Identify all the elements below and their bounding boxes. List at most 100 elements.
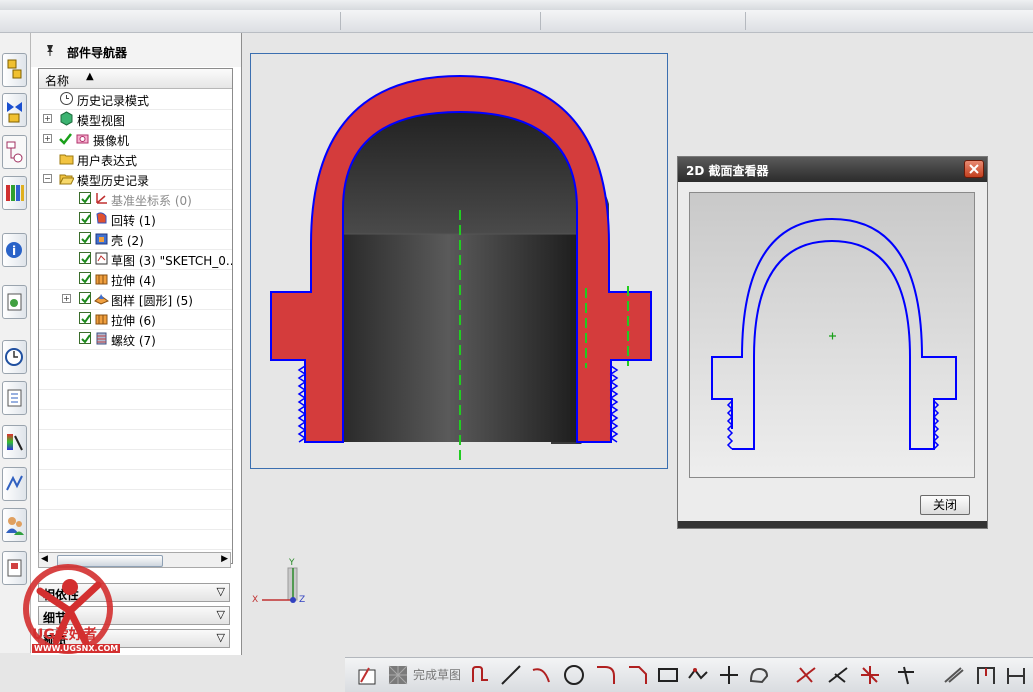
web-browser-icon[interactable]: i: [2, 233, 27, 267]
clock-icon: [59, 91, 74, 106]
clock-icon[interactable]: [2, 340, 27, 374]
tree-item-label: 摄像机: [93, 134, 130, 148]
tree-item-pattern[interactable]: + 图样 [圆形] (5): [39, 289, 232, 310]
alternate-solution-icon[interactable]: [1005, 664, 1027, 689]
tree-item-label: 拉伸 (4): [111, 274, 156, 288]
chamfer-icon[interactable]: [627, 664, 649, 689]
studio-spline-icon[interactable]: [748, 664, 770, 689]
constraint-navigator-icon[interactable]: [2, 93, 27, 127]
folder-icon: [59, 151, 74, 166]
auto-dimension-icon[interactable]: [975, 664, 997, 689]
revolve-icon: [94, 211, 109, 226]
thread-icon: [94, 331, 109, 346]
navigator-tree[interactable]: 名称 ▲ 历史记录模式 + 模型视图 + 摄像机 用户表达式 − 模型历史记录 …: [38, 68, 233, 564]
expand-icon[interactable]: +: [62, 294, 71, 303]
close-button[interactable]: 关闭: [920, 495, 970, 515]
system-materials-icon[interactable]: [2, 381, 27, 415]
camera-icon: [75, 131, 90, 146]
sketch-toolbar: 完成草图: [345, 657, 1033, 692]
reuse-library-icon[interactable]: [2, 176, 27, 210]
checkbox[interactable]: [79, 192, 91, 204]
chevron-down-icon[interactable]: ▽: [217, 608, 225, 621]
checkbox[interactable]: [79, 292, 91, 304]
fillet-icon[interactable]: [595, 664, 617, 689]
sketch-icon: [94, 251, 109, 266]
sketch-mode-icon[interactable]: [357, 664, 379, 689]
chevron-down-icon[interactable]: ▽: [217, 585, 225, 598]
empty-row: [39, 529, 232, 550]
section-profile: [711, 217, 957, 450]
tree-item-cameras[interactable]: + 摄像机: [39, 129, 232, 150]
section-viewer-dialog: 2D 截面查看器 关闭: [677, 156, 988, 529]
quick-trim-icon[interactable]: [795, 664, 817, 689]
constraints-icon[interactable]: [895, 664, 917, 689]
checkbox[interactable]: [79, 252, 91, 264]
roles-icon[interactable]: [2, 508, 27, 542]
tree-item-user-expressions[interactable]: 用户表达式: [39, 149, 232, 170]
tree-item-label: 模型视图: [77, 114, 126, 128]
finish-sketch-icon[interactable]: [387, 664, 409, 689]
tree-item-label: 螺纹 (7): [111, 334, 156, 348]
folder-open-icon: [59, 171, 75, 186]
arc-icon[interactable]: [530, 664, 552, 689]
wcs-triad: Y X Z: [250, 558, 310, 610]
history-icon[interactable]: [2, 285, 27, 319]
checkbox[interactable]: [79, 232, 91, 244]
profile-icon[interactable]: [470, 664, 492, 689]
circle-icon[interactable]: [563, 664, 585, 689]
close-icon[interactable]: [964, 160, 984, 178]
checkbox[interactable]: [79, 332, 91, 344]
check-icon: [58, 131, 73, 146]
collapse-icon[interactable]: −: [43, 174, 52, 183]
dialog-bottom-edge: [678, 521, 987, 528]
scroll-right-icon[interactable]: ▶: [221, 554, 228, 564]
tree-item-shell[interactable]: 壳 (2): [39, 229, 232, 250]
quick-extend-icon[interactable]: [827, 664, 849, 689]
pin-icon[interactable]: [44, 43, 56, 60]
process-studio-icon[interactable]: [2, 425, 27, 459]
tree-item-label: 用户表达式: [77, 154, 138, 168]
finish-sketch-label[interactable]: 完成草图: [413, 666, 461, 683]
watermark-url: WWW.UGSNX.COM: [32, 644, 121, 653]
expand-icon[interactable]: +: [43, 114, 52, 123]
empty-row: [39, 449, 232, 470]
expand-icon[interactable]: +: [43, 134, 52, 143]
empty-row: [39, 429, 232, 450]
extrude-icon: [94, 271, 109, 286]
part-navigator-icon[interactable]: [2, 135, 27, 169]
checkbox[interactable]: [79, 312, 91, 324]
assembly-navigator-icon[interactable]: [2, 53, 27, 87]
extrude-icon: [94, 311, 109, 326]
part-navigator: 部件导航器 名称 ▲ 历史记录模式 + 模型视图 + 摄像机 用户表达式 − 模…: [31, 33, 242, 655]
show-constraints-icon[interactable]: [943, 664, 965, 689]
chevron-down-icon[interactable]: ▽: [217, 631, 225, 644]
point-icon[interactable]: [718, 664, 740, 689]
resource-bar: i: [0, 33, 31, 653]
graphics-window[interactable]: [250, 53, 668, 469]
tree-item-sketch[interactable]: 草图 (3) "SKETCH_0...: [39, 249, 232, 270]
empty-row: [39, 509, 232, 530]
line-icon[interactable]: [500, 664, 522, 689]
tree-item-revolve[interactable]: 回转 (1): [39, 209, 232, 230]
section-view-model: [270, 74, 652, 462]
tree-item-datum-csys[interactable]: 基准坐标系 (0): [39, 189, 232, 210]
tree-item-model-views[interactable]: + 模型视图: [39, 109, 232, 130]
checkbox[interactable]: [79, 212, 91, 224]
tree-item-history-mode[interactable]: 历史记录模式: [39, 89, 232, 110]
rectangle-icon[interactable]: [657, 664, 679, 689]
shell-icon: [94, 231, 109, 246]
tree-item-label: 基准坐标系 (0): [111, 194, 192, 208]
checkbox[interactable]: [79, 272, 91, 284]
tree-item-label: 草图 (3) "SKETCH_0...: [111, 254, 233, 268]
tree-item-thread[interactable]: 螺纹 (7): [39, 329, 232, 350]
polygon-icon[interactable]: [687, 664, 709, 689]
dialog-title-bar[interactable]: 2D 截面查看器: [678, 157, 987, 182]
x-axis-label: X: [252, 595, 259, 605]
manufacturing-wizard-icon[interactable]: [2, 467, 27, 501]
tree-item-extrude-6[interactable]: 拉伸 (6): [39, 309, 232, 330]
pattern-icon: [94, 291, 110, 306]
column-header-name[interactable]: 名称 ▲: [39, 69, 232, 89]
tree-item-extrude-4[interactable]: 拉伸 (4): [39, 269, 232, 290]
make-corner-icon[interactable]: [859, 664, 881, 689]
tree-item-model-history[interactable]: − 模型历史记录: [39, 169, 232, 190]
